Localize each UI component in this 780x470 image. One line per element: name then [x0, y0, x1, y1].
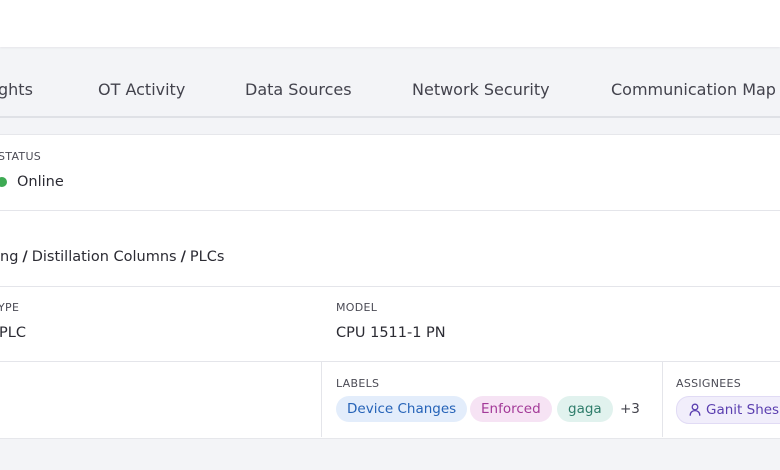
column-divider	[321, 362, 322, 437]
divider	[0, 210, 780, 211]
assignee-chip[interactable]: Ganit Shes	[676, 396, 780, 424]
assignees-label: ASSIGNEES	[676, 377, 742, 390]
tab-ot-activity[interactable]: OT Activity	[98, 80, 185, 99]
model-label: MODEL	[336, 301, 378, 314]
assignee-name: Ganit Shes	[706, 402, 780, 418]
breadcrumb-separator: /	[22, 249, 28, 265]
tab-data-sources[interactable]: Data Sources	[245, 80, 352, 99]
top-bar	[0, 0, 780, 47]
labels-more-count[interactable]: +3	[620, 401, 640, 417]
type-value: PLC	[0, 325, 26, 341]
breadcrumb: ng / Distillation Columns / PLCs	[0, 249, 224, 265]
tab-network-security[interactable]: Network Security	[412, 80, 550, 99]
label-chip-enforced[interactable]: Enforced	[470, 396, 552, 422]
breadcrumb-item: PLCs	[189, 249, 225, 265]
user-icon	[689, 403, 701, 416]
tab-communication-map[interactable]: Communication Map	[611, 80, 776, 99]
label-chip-device-changes[interactable]: Device Changes	[336, 396, 468, 422]
breadcrumb-item: ng	[0, 249, 19, 265]
divider	[0, 361, 780, 362]
type-label: YPE	[0, 301, 20, 314]
column-divider	[662, 362, 663, 437]
divider	[0, 286, 780, 287]
model-value: CPU 1511-1 PN	[336, 325, 446, 341]
breadcrumb-item: Distillation Columns	[31, 249, 177, 265]
tab-bar: ghts OT Activity Data Sources Network Se…	[0, 70, 780, 114]
status-value: Online	[17, 174, 64, 190]
label-chip-gaga[interactable]: gaga	[557, 396, 613, 422]
labels-label: LABELS	[336, 377, 380, 390]
tabs-divider	[0, 116, 780, 118]
breadcrumb-separator: /	[180, 249, 186, 265]
tab-insights[interactable]: ghts	[0, 80, 33, 99]
status-label: STATUS	[0, 150, 42, 163]
